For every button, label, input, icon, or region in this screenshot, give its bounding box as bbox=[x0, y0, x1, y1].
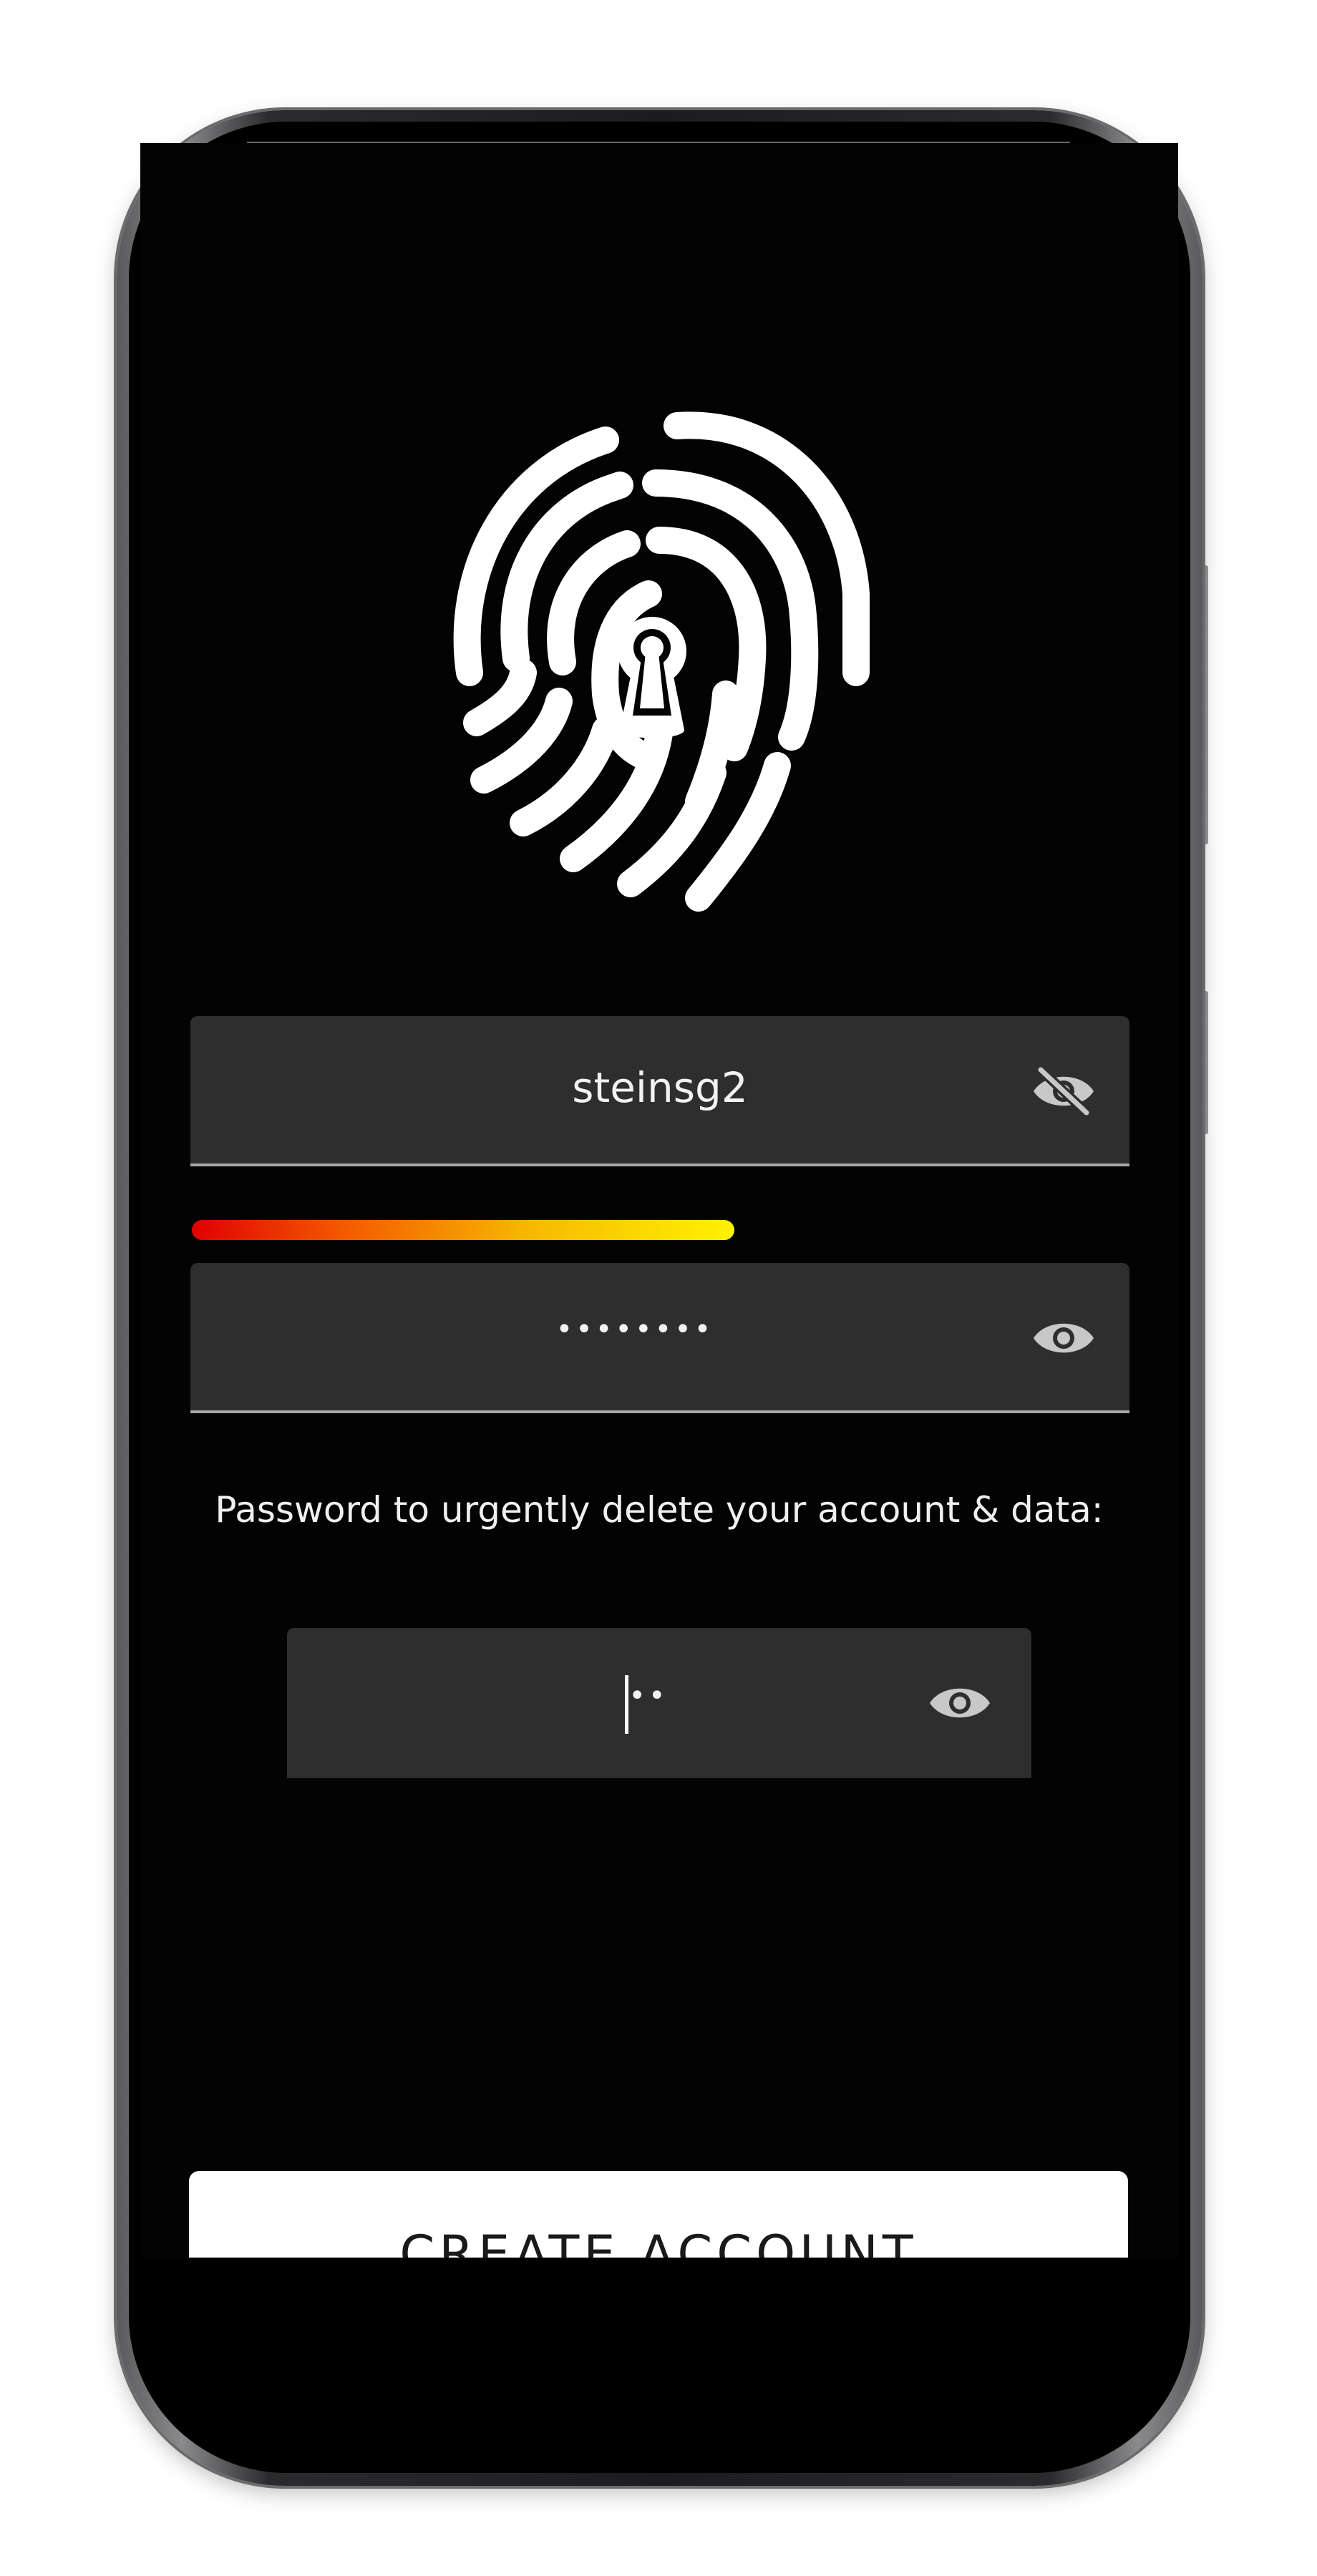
delete-password-input-value: •• bbox=[628, 1679, 669, 1712]
device-mockup: steinsg2 •••••••• Password to urgently d… bbox=[0, 0, 1317, 2576]
fingerprint-lock-logo bbox=[453, 411, 870, 912]
text-cursor bbox=[625, 1675, 628, 1734]
create-account-label: CREATE ACCOUNT bbox=[399, 2225, 918, 2258]
password-field[interactable]: •••••••• bbox=[190, 1263, 1129, 1413]
eye-off-icon[interactable] bbox=[1028, 1066, 1099, 1116]
password-strength-bar bbox=[192, 1220, 734, 1240]
delete-password-label: Password to urgently delete your account… bbox=[215, 1489, 1104, 1531]
username-input-value: steinsg2 bbox=[572, 1063, 748, 1112]
password-input-value: •••••••• bbox=[555, 1313, 714, 1346]
create-account-button[interactable]: CREATE ACCOUNT bbox=[189, 2171, 1128, 2258]
delete-password-field[interactable]: •• bbox=[287, 1628, 1031, 1778]
eye-icon[interactable] bbox=[924, 1678, 996, 1728]
eye-icon[interactable] bbox=[1028, 1313, 1099, 1363]
app-screen: steinsg2 •••••••• Password to urgently d… bbox=[140, 143, 1178, 2258]
username-field[interactable]: steinsg2 bbox=[190, 1016, 1129, 1166]
